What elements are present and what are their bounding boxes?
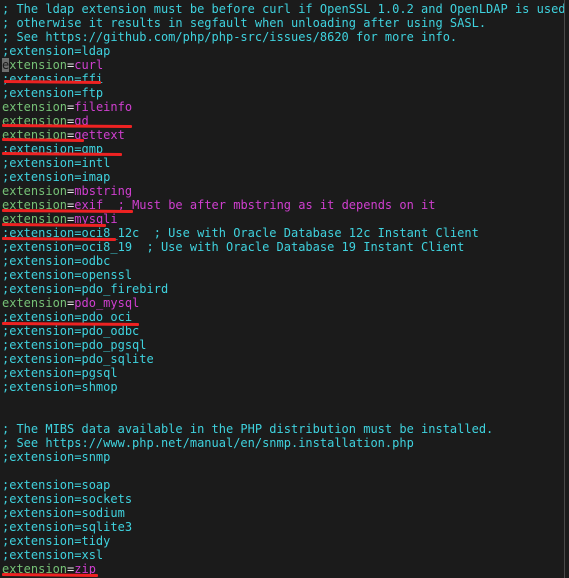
commented-line[interactable]: ;extension=ldap [2, 44, 562, 58]
commented-line[interactable]: ;extension=sockets [2, 492, 562, 506]
comment-text: ;extension=pdo_sqlite [2, 352, 154, 366]
active-directive-line[interactable]: extension=mbstring [2, 184, 562, 198]
commented-line[interactable]: ; otherwise it results in segfault when … [2, 16, 562, 30]
inline-comment: ; Must be after mbstring as it depends o… [103, 198, 436, 212]
comment-text: ; otherwise it results in segfault when … [2, 16, 487, 30]
commented-line[interactable]: ;extension=pdo_firebird [2, 282, 562, 296]
active-directive-line[interactable]: extension=gettext [2, 128, 562, 142]
commented-line[interactable]: ;extension=pdo_odbc [2, 324, 562, 338]
commented-line[interactable]: ;extension=pdo_sqlite [2, 352, 562, 366]
blank-line[interactable] [2, 464, 562, 478]
comment-text: ; See https://www.php.net/manual/en/snmp… [2, 436, 414, 450]
comment-text: ;extension=sockets [2, 492, 133, 506]
directive-value: exif [74, 198, 104, 212]
commented-line[interactable]: ;extension=intl [2, 156, 562, 170]
commented-line[interactable]: ; The ldap extension must be before curl… [2, 2, 566, 16]
commented-line[interactable]: ;extension=xsl [2, 548, 562, 562]
comment-text: ;extension=snmp [2, 450, 111, 464]
comment-text: ;extension=ffi [2, 72, 104, 86]
window-right-gutter [565, 0, 569, 578]
active-directive-line[interactable]: extension=zip [2, 562, 562, 576]
blank-line[interactable] [2, 408, 562, 422]
directive-key: extension [2, 128, 68, 142]
commented-line[interactable]: ;extension=soap [2, 478, 562, 492]
commented-line[interactable]: ;extension=ffi [2, 72, 562, 86]
commented-line[interactable]: ; The MIBS data available in the PHP dis… [2, 422, 562, 436]
commented-line[interactable]: ;extension=oci8_12c ; Use with Oracle Da… [2, 226, 562, 240]
directive-value: pdo_mysql [74, 296, 140, 310]
commented-line[interactable]: ;extension=pgsql [2, 366, 562, 380]
directive-value: fileinfo [74, 100, 133, 114]
comment-text: ;extension=sodium [2, 506, 125, 520]
active-directive-line[interactable]: extension=curl [2, 58, 562, 72]
active-directive-line[interactable]: extension=exif ; Must be after mbstring … [2, 198, 562, 212]
directive-key: extension [2, 114, 68, 128]
comment-text: ;extension=pdo_oci [2, 310, 133, 324]
blank-line[interactable] [2, 394, 562, 408]
commented-line[interactable]: ; See https://www.php.net/manual/en/snmp… [2, 436, 562, 450]
directive-key: extension [2, 198, 68, 212]
commented-line[interactable]: ;extension=shmop [2, 380, 562, 394]
comment-text: ;extension=oci8_19 ; Use with Oracle Dat… [2, 240, 465, 254]
directive-value: gettext [74, 128, 125, 142]
directive-value: gd [74, 114, 89, 128]
active-directive-line[interactable]: extension=pdo_mysql [2, 296, 562, 310]
comment-text: ;extension=pgsql [2, 366, 118, 380]
php-ini-text-content[interactable]: ; The ldap extension must be before curl… [2, 2, 566, 576]
commented-line[interactable]: ;extension=snmp [2, 450, 562, 464]
commented-line[interactable]: ;extension=gmp [2, 142, 562, 156]
comment-text: ; The ldap extension must be before curl… [2, 2, 566, 16]
commented-line[interactable]: ;extension=ftp [2, 86, 562, 100]
commented-line[interactable]: ;extension=odbc [2, 254, 562, 268]
active-directive-line[interactable]: extension=gd [2, 114, 562, 128]
comment-text: ; See https://github.com/php/php-src/iss… [2, 30, 458, 44]
directive-key: extension [2, 100, 68, 114]
commented-line[interactable]: ;extension=sqlite3 [2, 520, 562, 534]
comment-text: ;extension=soap [2, 478, 111, 492]
directive-value: curl [74, 58, 104, 72]
commented-line[interactable]: ;extension=pdo_oci [2, 310, 562, 324]
comment-text: ;extension=openssl [2, 268, 133, 282]
comment-text: ;extension=pdo_pgsql [2, 338, 147, 352]
comment-text: ;extension=tidy [2, 534, 111, 548]
commented-line[interactable]: ;extension=imap [2, 170, 562, 184]
directive-key: extension [2, 562, 68, 576]
directive-key: xtension [9, 58, 68, 72]
comment-text: ;extension=ftp [2, 86, 104, 100]
comment-text: ; The MIBS data available in the PHP dis… [2, 422, 494, 436]
directive-value: mysqli [74, 212, 118, 226]
commented-line[interactable]: ;extension=pdo_pgsql [2, 338, 562, 352]
comment-text: ;extension=xsl [2, 548, 104, 562]
directive-key: extension [2, 296, 68, 310]
directive-key: extension [2, 212, 68, 226]
comment-text: ;extension=shmop [2, 380, 118, 394]
comment-text: ;extension=odbc [2, 254, 111, 268]
directive-value: mbstring [74, 184, 133, 198]
comment-text: ;extension=imap [2, 170, 111, 184]
commented-line[interactable]: ;extension=sodium [2, 506, 562, 520]
comment-text: ;extension=sqlite3 [2, 520, 133, 534]
directive-key: extension [2, 184, 68, 198]
commented-line[interactable]: ;extension=oci8_19 ; Use with Oracle Dat… [2, 240, 562, 254]
directive-value: zip [74, 562, 96, 576]
comment-text: ;extension=intl [2, 156, 111, 170]
comment-text: ;extension=pdo_firebird [2, 282, 169, 296]
comment-text: ;extension=oci8_12c ; Use with Oracle Da… [2, 226, 479, 240]
commented-line[interactable]: ;extension=tidy [2, 534, 562, 548]
comment-text: ;extension=gmp [2, 142, 104, 156]
active-directive-line[interactable]: extension=fileinfo [2, 100, 562, 114]
active-directive-line[interactable]: extension=mysqli [2, 212, 562, 226]
terminal-window[interactable]: ; The ldap extension must be before curl… [0, 0, 569, 578]
comment-text: ;extension=ldap [2, 44, 111, 58]
commented-line[interactable]: ;extension=openssl [2, 268, 562, 282]
comment-text: ;extension=pdo_odbc [2, 324, 140, 338]
commented-line[interactable]: ; See https://github.com/php/php-src/iss… [2, 30, 562, 44]
